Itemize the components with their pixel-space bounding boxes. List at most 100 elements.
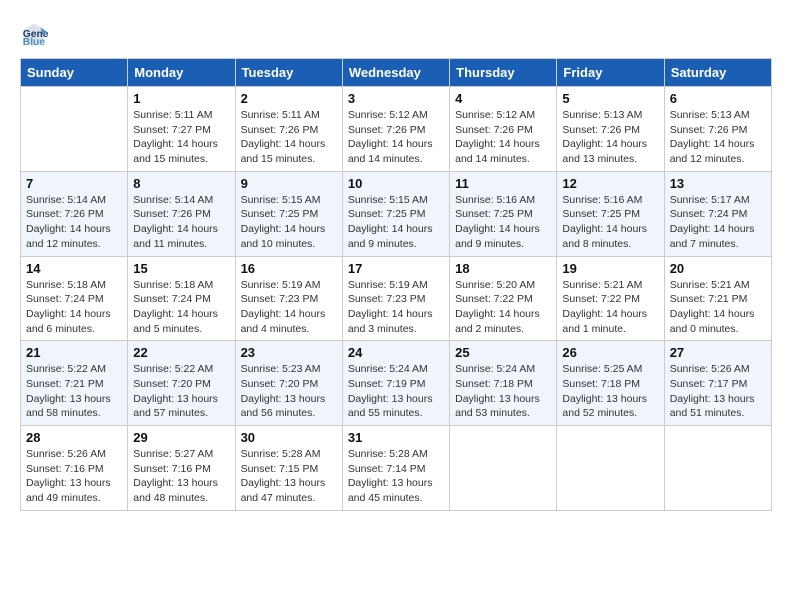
- day-number: 4: [455, 91, 551, 106]
- calendar-cell: 17 Sunrise: 5:19 AM Sunset: 7:23 PM Dayli…: [342, 256, 449, 341]
- day-info: Sunrise: 5:15 AM Sunset: 7:25 PM Dayligh…: [348, 193, 444, 252]
- day-info: Sunrise: 5:18 AM Sunset: 7:24 PM Dayligh…: [26, 278, 122, 337]
- calendar-header-row: SundayMondayTuesdayWednesdayThursdayFrid…: [21, 59, 772, 87]
- calendar-cell: 24 Sunrise: 5:24 AM Sunset: 7:19 PM Dayli…: [342, 341, 449, 426]
- calendar-cell: 3 Sunrise: 5:12 AM Sunset: 7:26 PM Daylig…: [342, 87, 449, 172]
- day-number: 28: [26, 430, 122, 445]
- calendar-cell: 18Sunrise: 5:20 AM Sunset: 7:22 PM Dayli…: [450, 256, 557, 341]
- day-number: 13: [670, 176, 766, 191]
- svg-text:Blue: Blue: [23, 37, 46, 48]
- calendar-cell: 15Sunrise: 5:18 AM Sunset: 7:24 PM Dayli…: [128, 256, 235, 341]
- day-number: 19: [562, 261, 658, 276]
- week-row-4: 21 Sunrise: 5:22 AM Sunset: 7:21 PM Dayli…: [21, 341, 772, 426]
- day-number: 30: [241, 430, 337, 445]
- day-header-wednesday: Wednesday: [342, 59, 449, 87]
- calendar-table: SundayMondayTuesdayWednesdayThursdayFrid…: [20, 58, 772, 511]
- day-number: 3: [348, 91, 444, 106]
- logo: General Blue: [20, 20, 52, 48]
- day-header-friday: Friday: [557, 59, 664, 87]
- day-info: Sunrise: 5:28 AM Sunset: 7:14 PM Dayligh…: [348, 447, 444, 506]
- calendar-cell: 1Sunrise: 5:11 AM Sunset: 7:27 PM Daylig…: [128, 87, 235, 172]
- page-header: General Blue: [20, 20, 772, 48]
- day-number: 24: [348, 345, 444, 360]
- day-number: 17: [348, 261, 444, 276]
- day-info: Sunrise: 5:27 AM Sunset: 7:16 PM Dayligh…: [133, 447, 229, 506]
- day-info: Sunrise: 5:22 AM Sunset: 7:21 PM Dayligh…: [26, 362, 122, 421]
- calendar-cell: [450, 426, 557, 511]
- day-info: Sunrise: 5:22 AM Sunset: 7:20 PM Dayligh…: [133, 362, 229, 421]
- day-info: Sunrise: 5:14 AM Sunset: 7:26 PM Dayligh…: [26, 193, 122, 252]
- week-row-2: 7 Sunrise: 5:14 AM Sunset: 7:26 PM Daylig…: [21, 171, 772, 256]
- calendar-cell: 31Sunrise: 5:28 AM Sunset: 7:14 PM Dayli…: [342, 426, 449, 511]
- day-info: Sunrise: 5:13 AM Sunset: 7:26 PM Dayligh…: [562, 108, 658, 167]
- day-info: Sunrise: 5:15 AM Sunset: 7:25 PM Dayligh…: [241, 193, 337, 252]
- day-number: 25: [455, 345, 551, 360]
- calendar-cell: 6 Sunrise: 5:13 AM Sunset: 7:26 PM Daylig…: [664, 87, 771, 172]
- calendar-cell: 10 Sunrise: 5:15 AM Sunset: 7:25 PM Dayli…: [342, 171, 449, 256]
- day-info: Sunrise: 5:19 AM Sunset: 7:23 PM Dayligh…: [348, 278, 444, 337]
- day-header-thursday: Thursday: [450, 59, 557, 87]
- day-number: 10: [348, 176, 444, 191]
- calendar-cell: 8 Sunrise: 5:14 AM Sunset: 7:26 PM Daylig…: [128, 171, 235, 256]
- day-number: 15: [133, 261, 229, 276]
- calendar-cell: [557, 426, 664, 511]
- day-number: 14: [26, 261, 122, 276]
- day-info: Sunrise: 5:24 AM Sunset: 7:19 PM Dayligh…: [348, 362, 444, 421]
- day-number: 20: [670, 261, 766, 276]
- day-header-tuesday: Tuesday: [235, 59, 342, 87]
- day-info: Sunrise: 5:11 AM Sunset: 7:27 PM Dayligh…: [133, 108, 229, 167]
- day-info: Sunrise: 5:13 AM Sunset: 7:26 PM Dayligh…: [670, 108, 766, 167]
- day-info: Sunrise: 5:25 AM Sunset: 7:18 PM Dayligh…: [562, 362, 658, 421]
- day-number: 21: [26, 345, 122, 360]
- calendar-cell: 11 Sunrise: 5:16 AM Sunset: 7:25 PM Dayli…: [450, 171, 557, 256]
- calendar-cell: 29 Sunrise: 5:27 AM Sunset: 7:16 PM Dayli…: [128, 426, 235, 511]
- day-header-monday: Monday: [128, 59, 235, 87]
- calendar-cell: 22 Sunrise: 5:22 AM Sunset: 7:20 PM Dayli…: [128, 341, 235, 426]
- day-info: Sunrise: 5:12 AM Sunset: 7:26 PM Dayligh…: [455, 108, 551, 167]
- calendar-cell: 21 Sunrise: 5:22 AM Sunset: 7:21 PM Dayli…: [21, 341, 128, 426]
- day-number: 16: [241, 261, 337, 276]
- day-info: Sunrise: 5:11 AM Sunset: 7:26 PM Dayligh…: [241, 108, 337, 167]
- day-info: Sunrise: 5:14 AM Sunset: 7:26 PM Dayligh…: [133, 193, 229, 252]
- day-info: Sunrise: 5:26 AM Sunset: 7:16 PM Dayligh…: [26, 447, 122, 506]
- logo-icon: General Blue: [20, 20, 48, 48]
- day-number: 2: [241, 91, 337, 106]
- day-info: Sunrise: 5:28 AM Sunset: 7:15 PM Dayligh…: [241, 447, 337, 506]
- day-number: 11: [455, 176, 551, 191]
- day-info: Sunrise: 5:12 AM Sunset: 7:26 PM Dayligh…: [348, 108, 444, 167]
- day-number: 12: [562, 176, 658, 191]
- calendar-cell: 26 Sunrise: 5:25 AM Sunset: 7:18 PM Dayli…: [557, 341, 664, 426]
- day-info: Sunrise: 5:21 AM Sunset: 7:21 PM Dayligh…: [670, 278, 766, 337]
- calendar-cell: 23 Sunrise: 5:23 AM Sunset: 7:20 PM Dayli…: [235, 341, 342, 426]
- day-number: 22: [133, 345, 229, 360]
- day-info: Sunrise: 5:17 AM Sunset: 7:24 PM Dayligh…: [670, 193, 766, 252]
- calendar-cell: 13 Sunrise: 5:17 AM Sunset: 7:24 PM Dayli…: [664, 171, 771, 256]
- day-number: 27: [670, 345, 766, 360]
- day-number: 29: [133, 430, 229, 445]
- calendar-cell: 5 Sunrise: 5:13 AM Sunset: 7:26 PM Daylig…: [557, 87, 664, 172]
- week-row-5: 28 Sunrise: 5:26 AM Sunset: 7:16 PM Dayli…: [21, 426, 772, 511]
- day-number: 6: [670, 91, 766, 106]
- day-number: 5: [562, 91, 658, 106]
- day-info: Sunrise: 5:16 AM Sunset: 7:25 PM Dayligh…: [455, 193, 551, 252]
- day-info: Sunrise: 5:19 AM Sunset: 7:23 PM Dayligh…: [241, 278, 337, 337]
- calendar-cell: 12Sunrise: 5:16 AM Sunset: 7:25 PM Dayli…: [557, 171, 664, 256]
- day-header-saturday: Saturday: [664, 59, 771, 87]
- week-row-3: 14 Sunrise: 5:18 AM Sunset: 7:24 PM Dayli…: [21, 256, 772, 341]
- calendar-cell: 16 Sunrise: 5:19 AM Sunset: 7:23 PM Dayli…: [235, 256, 342, 341]
- calendar-cell: 19Sunrise: 5:21 AM Sunset: 7:22 PM Dayli…: [557, 256, 664, 341]
- calendar-cell: 4 Sunrise: 5:12 AM Sunset: 7:26 PM Daylig…: [450, 87, 557, 172]
- day-number: 23: [241, 345, 337, 360]
- day-number: 8: [133, 176, 229, 191]
- day-info: Sunrise: 5:23 AM Sunset: 7:20 PM Dayligh…: [241, 362, 337, 421]
- day-info: Sunrise: 5:24 AM Sunset: 7:18 PM Dayligh…: [455, 362, 551, 421]
- day-number: 26: [562, 345, 658, 360]
- calendar-cell: 27 Sunrise: 5:26 AM Sunset: 7:17 PM Dayli…: [664, 341, 771, 426]
- day-number: 18: [455, 261, 551, 276]
- week-row-1: 1Sunrise: 5:11 AM Sunset: 7:27 PM Daylig…: [21, 87, 772, 172]
- calendar-cell: 2 Sunrise: 5:11 AM Sunset: 7:26 PM Daylig…: [235, 87, 342, 172]
- calendar-cell: 28 Sunrise: 5:26 AM Sunset: 7:16 PM Dayli…: [21, 426, 128, 511]
- calendar-cell: 9Sunrise: 5:15 AM Sunset: 7:25 PM Daylig…: [235, 171, 342, 256]
- day-number: 7: [26, 176, 122, 191]
- day-info: Sunrise: 5:26 AM Sunset: 7:17 PM Dayligh…: [670, 362, 766, 421]
